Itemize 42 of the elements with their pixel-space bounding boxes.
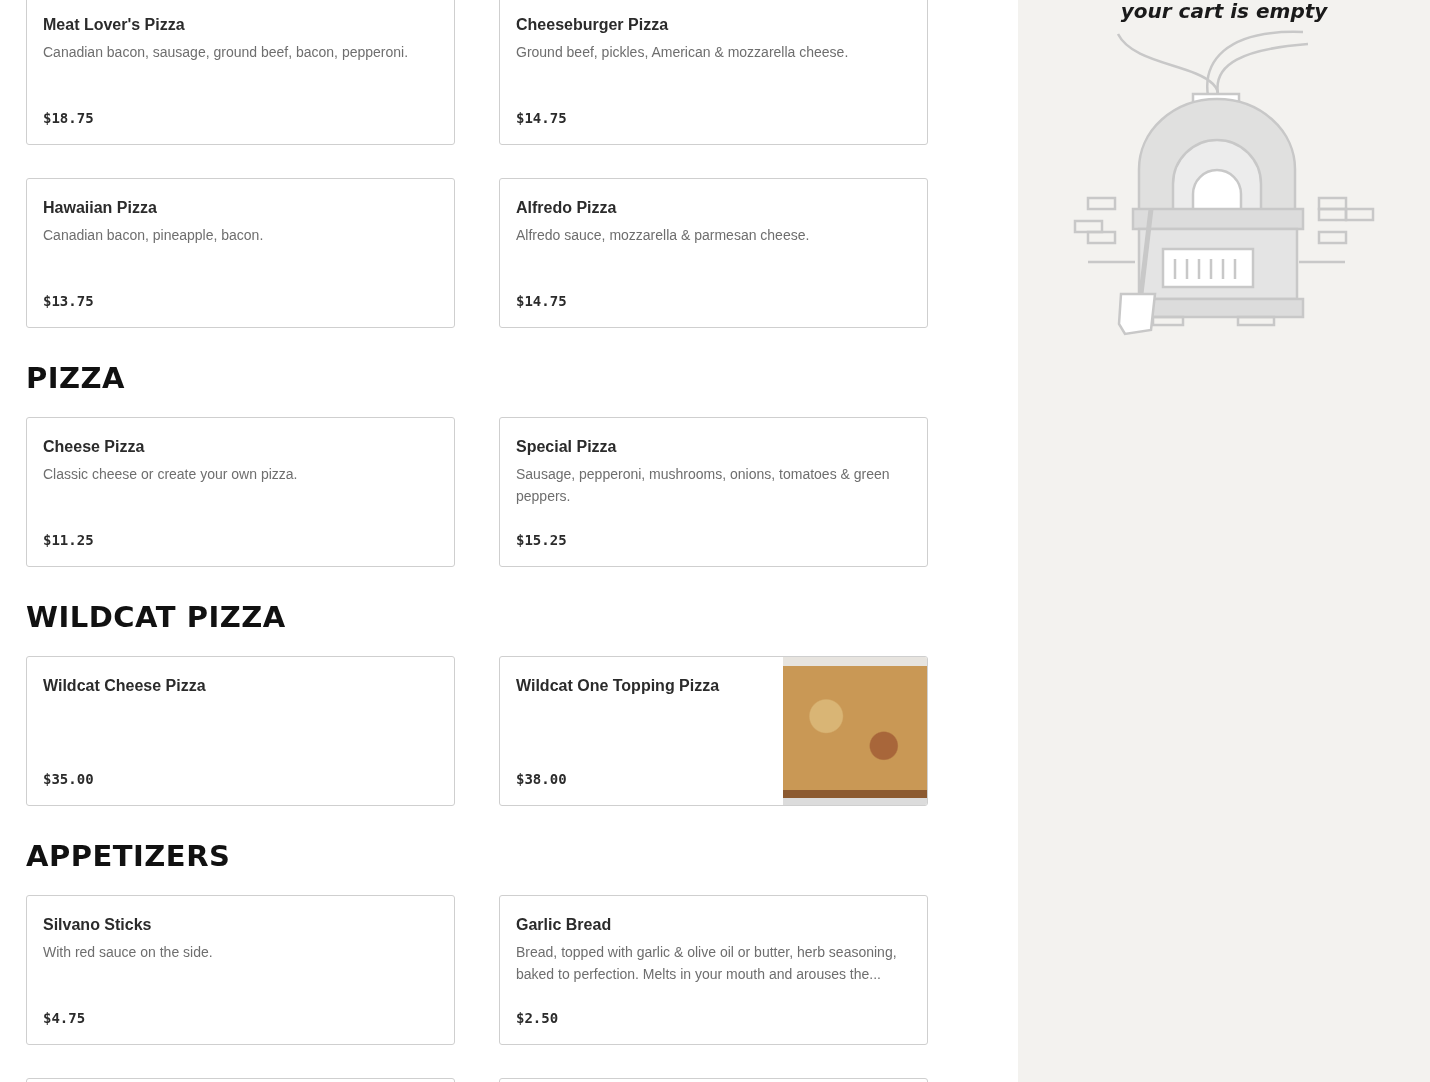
menu-item-card[interactable]: Wildcat One Topping Pizza $38.00 (499, 656, 928, 806)
item-description: Ground beef, pickles, American & mozzarella cheese. (516, 43, 850, 62)
menu-item-card[interactable]: Special Pizza Sausage, pepperoni, mushrooms, onions, tomatoes & green peppers. $15.25 (499, 417, 928, 567)
item-price: $15.25 (516, 531, 568, 550)
item-name: Garlic Bread (516, 915, 613, 935)
item-price: $14.75 (516, 109, 568, 128)
menu-item-card[interactable]: Hawaiian Pizza Canadian bacon, pineapple, bacon. $13.75 (26, 178, 455, 328)
section-heading: WILDCAT PIZZA (26, 602, 287, 632)
item-description: Classic cheese or create your own pizza. (43, 465, 299, 484)
item-description: Bread, topped with garlic & olive oil or butter, herb seasoning, baked to perfection. Melts in your mouth and arouses the... (516, 943, 898, 984)
section-heading: PIZZA (26, 363, 127, 393)
item-name: Meat Lover's Pizza (43, 15, 186, 35)
menu-item-card[interactable]: Meat Lover's Pizza Canadian bacon, sausage, ground beef, bacon, pepperoni. $18.75 (26, 0, 455, 145)
empty-cart-message: your cart is empty (1120, 0, 1328, 22)
item-name: Hawaiian Pizza (43, 198, 158, 218)
item-price: $38.00 (516, 770, 568, 789)
menu-item-card[interactable]: Wildcat Cheese Pizza $35.00 (26, 656, 455, 806)
item-name: Wildcat One Topping Pizza (516, 676, 721, 696)
item-price: $4.75 (43, 1009, 87, 1028)
item-description: Sausage, pepperoni, mushrooms, onions, tomatoes & green peppers. (516, 465, 891, 506)
item-name: Cheese Pizza (43, 437, 146, 457)
menu-item-card[interactable]: Cheeseburger Pizza Ground beef, pickles, American & mozzarella cheese. $14.75 (499, 0, 928, 145)
item-price: $2.50 (516, 1009, 560, 1028)
item-description: Alfredo sauce, mozzarella & parmesan cheese. (516, 226, 811, 245)
item-name: Wildcat Cheese Pizza (43, 676, 207, 696)
item-price: $11.25 (43, 531, 95, 550)
menu-item-card[interactable]: Alfredo Pizza Alfredo sauce, mozzarella & parmesan cheese. $14.75 (499, 178, 928, 328)
menu-item-card[interactable]: Cheese Pizza Classic cheese or create your own pizza. $11.25 (26, 417, 455, 567)
item-price: $35.00 (43, 770, 95, 789)
item-price: $13.75 (43, 292, 95, 311)
item-name: Alfredo Pizza (516, 198, 618, 218)
section-heading: APPETIZERS (26, 841, 232, 871)
item-description: Canadian bacon, sausage, ground beef, bacon, pepperoni. (43, 43, 410, 62)
item-name: Silvano Sticks (43, 915, 153, 935)
menu-item-card[interactable]: Garlic Bread Bread, topped with garlic & olive oil or butter, herb seasoning, baked to perfection. Melts in your mouth and arouses the... $2.50 (499, 895, 928, 1045)
item-name: Cheeseburger Pizza (516, 15, 670, 35)
menu-item-card[interactable]: Silvano Sticks With red sauce on the side. $4.75 (26, 895, 455, 1045)
item-description: With red sauce on the side. (43, 943, 214, 962)
item-price: $14.75 (516, 292, 568, 311)
item-name: Special Pizza (516, 437, 618, 457)
item-price: $18.75 (43, 109, 95, 128)
item-description: Canadian bacon, pineapple, bacon. (43, 226, 265, 245)
